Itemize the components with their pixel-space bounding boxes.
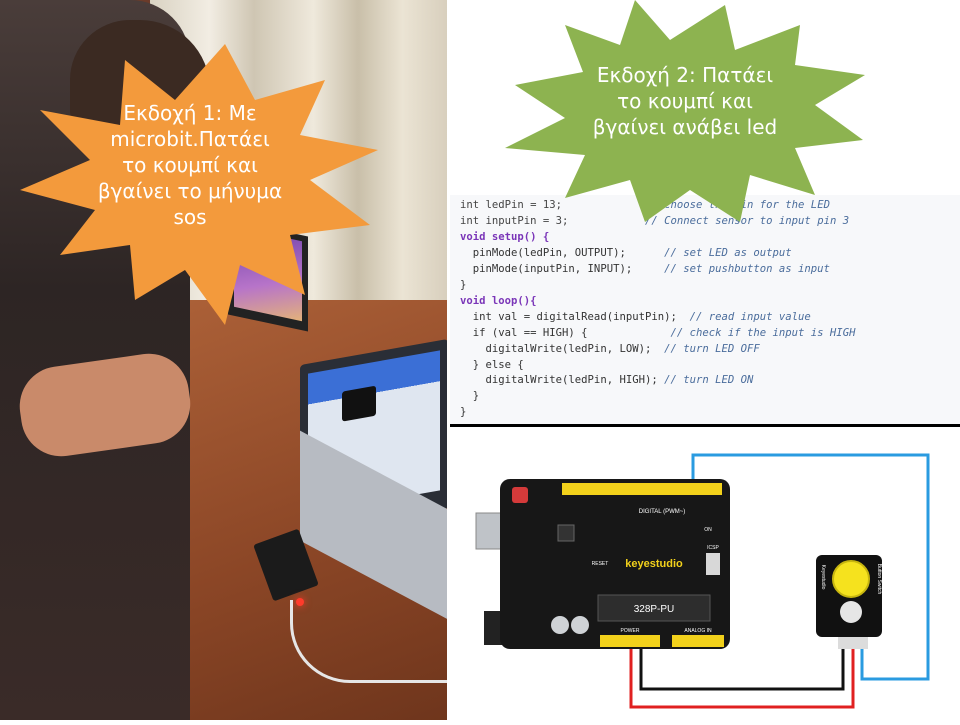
version1-title: Εκδοχή 1: Με — [123, 101, 257, 125]
code-comment: // set pushbutton as input — [664, 262, 830, 275]
arduino-board — [500, 479, 730, 649]
on-label: ON — [704, 527, 712, 533]
microbit-sim-icon — [342, 385, 376, 422]
code-comment: // read input value — [689, 310, 811, 323]
code-line: pinMode(inputPin, INPUT); — [460, 262, 633, 275]
code-comment: // turn LED ON — [664, 374, 754, 387]
version2-text: Εκδοχή 2: Πατάει το κουμπί και βγαίνει α… — [575, 62, 795, 140]
button-base-icon — [840, 601, 862, 623]
digital-label: DIGITAL (PWM~) — [639, 509, 686, 515]
code-listing: int ledPin = 13; // choose the pin for t… — [450, 195, 960, 421]
code-line: digitalWrite(ledPin, LOW); — [460, 342, 652, 355]
analog-header — [672, 635, 724, 647]
chip-label: 328P-PU — [634, 604, 675, 615]
version2-line2: το κουμπί και — [617, 89, 753, 113]
vcc-wire — [629, 639, 855, 709]
code-line: int val = digitalRead(inputPin); — [460, 310, 677, 323]
circuit-svg: 328P-PU keyestudio DIGITAL (PWM~) POWER … — [475, 453, 930, 709]
code-line: } — [460, 406, 467, 419]
power-label: POWER — [621, 628, 640, 634]
code-line: digitalWrite(ledPin, HIGH); — [460, 374, 658, 387]
code-comment: // check if the input is HIGH — [670, 326, 856, 339]
code-line: void setup() { — [460, 230, 550, 243]
version2-title: Εκδοχή 2: Πατάει — [596, 63, 774, 87]
version1-line3: το κουμπί και — [122, 153, 258, 177]
code-comment: // turn LED OFF — [664, 342, 760, 355]
capacitor-icon — [551, 616, 569, 634]
icsp-label: ICSP — [707, 545, 719, 551]
power-header — [600, 635, 660, 647]
digital-header — [562, 483, 722, 495]
code-line: if (val == HIGH) { — [460, 326, 588, 339]
version2-line3: βγαίνει ανάβει led — [592, 115, 778, 139]
usb-cable — [290, 600, 447, 683]
analog-label: ANALOG IN — [684, 628, 712, 634]
version1-line4: βγαίνει το μήνυμα — [97, 179, 283, 203]
icsp-header — [706, 553, 720, 575]
code-line: } — [460, 390, 480, 403]
reset-label: RESET — [592, 561, 609, 567]
circuit-diagram: 328P-PU keyestudio DIGITAL (PWM~) POWER … — [450, 427, 960, 720]
code-line: void loop(){ — [460, 294, 537, 307]
code-comment: // set LED as output — [664, 246, 792, 259]
arduino-code-panel: int ledPin = 13; // choose the pin for t… — [450, 195, 960, 425]
module-pins — [838, 637, 868, 649]
code-line: pinMode(ledPin, OUTPUT); — [460, 246, 626, 259]
capacitor-icon — [571, 616, 589, 634]
small-chip — [557, 524, 575, 542]
button-brand-label: Keyestudio — [820, 565, 826, 590]
brand-label: keyestudio — [625, 558, 683, 570]
reset-button — [512, 487, 528, 503]
code-line: } else { — [460, 358, 524, 371]
code-line: } — [460, 278, 467, 291]
version1-line5: sos — [173, 205, 207, 229]
version1-line2: microbit.Πατάει — [110, 127, 270, 151]
button-cap-icon — [832, 560, 870, 598]
button-module-label: Button Switch — [876, 564, 882, 595]
version1-text: Εκδοχή 1: Με microbit.Πατάει το κουμπί κ… — [80, 100, 300, 230]
